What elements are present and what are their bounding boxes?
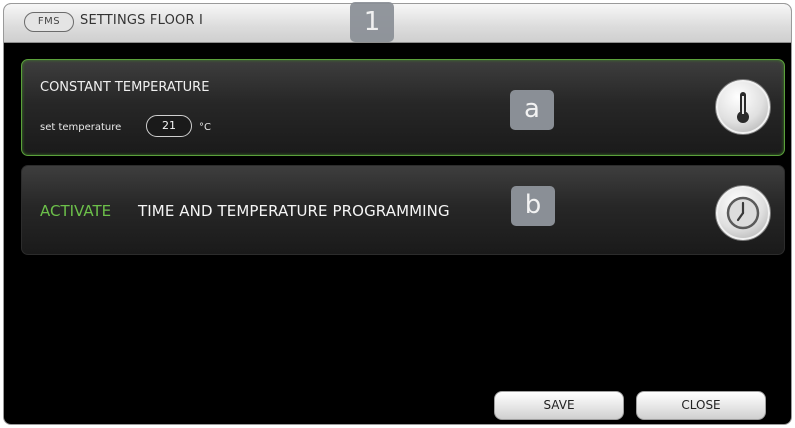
annotation-marker-1: 1	[350, 2, 394, 42]
fms-badge: FMS	[24, 12, 74, 32]
temperature-unit: °C	[199, 122, 211, 133]
annotation-marker-b: b	[511, 186, 555, 226]
save-button[interactable]: SAVE	[494, 391, 624, 420]
window-title: SETTINGS FLOOR I	[80, 13, 204, 28]
clock-button[interactable]	[716, 186, 770, 240]
temperature-input[interactable]: 21	[146, 115, 192, 137]
annotation-marker-a: a	[510, 90, 554, 130]
programming-label: TIME AND TEMPERATURE PROGRAMMING	[138, 202, 450, 220]
programming-panel[interactable]: ACTIVATE TIME AND TEMPERATURE PROGRAMMIN…	[21, 165, 785, 255]
settings-window: FMS SETTINGS FLOOR I CONSTANT TEMPERATUR…	[4, 4, 791, 424]
set-temperature-label: set temperature	[40, 122, 122, 133]
thermometer-icon	[737, 92, 749, 123]
clock-icon	[726, 196, 760, 230]
constant-temperature-panel[interactable]: CONSTANT TEMPERATURE set temperature 21 …	[21, 59, 785, 156]
activate-label: ACTIVATE	[40, 202, 112, 220]
constant-temperature-title: CONSTANT TEMPERATURE	[40, 80, 210, 95]
thermometer-button[interactable]	[716, 80, 770, 134]
title-bar: FMS SETTINGS FLOOR I	[4, 4, 791, 43]
close-button[interactable]: CLOSE	[636, 391, 766, 420]
